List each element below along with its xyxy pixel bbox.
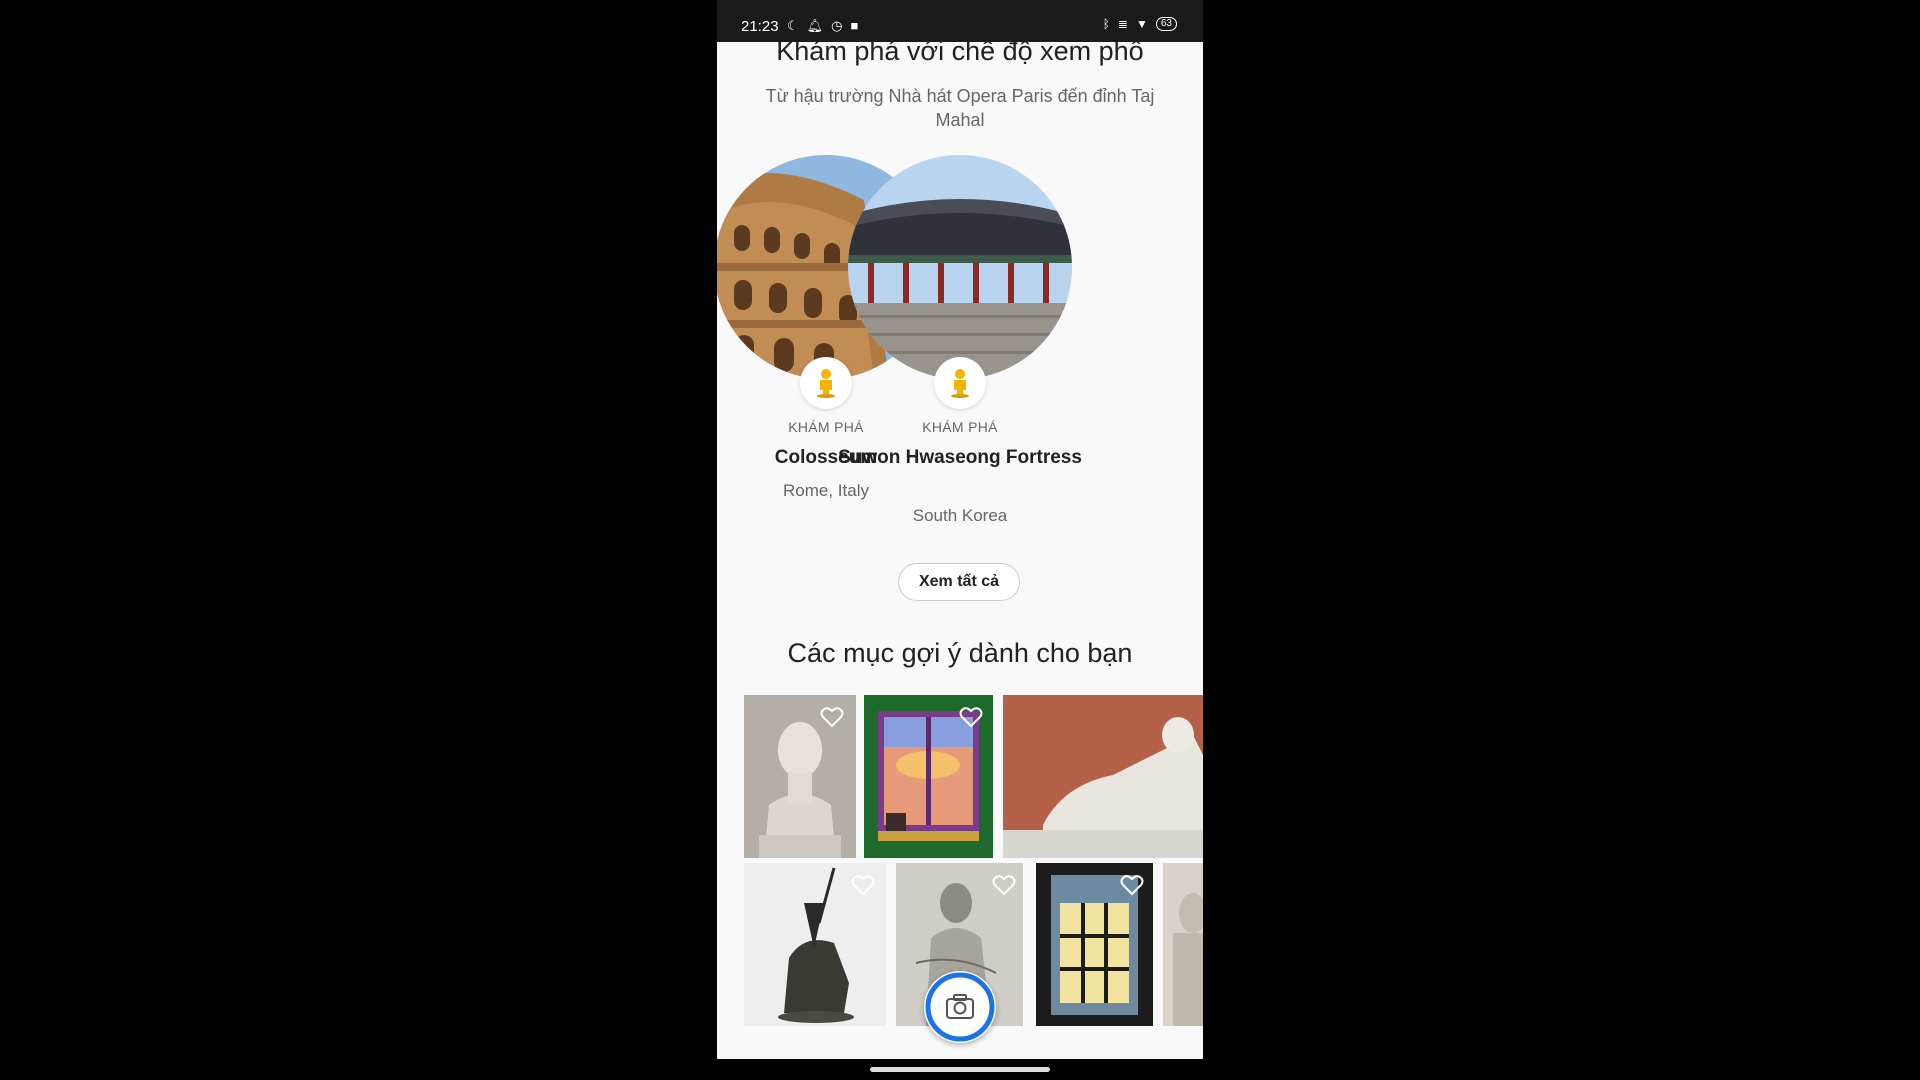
favorite-heart-icon[interactable] [992, 874, 1016, 896]
see-all-button[interactable]: Xem tất cả [898, 563, 1020, 601]
alarm-icon: ◷ [831, 18, 843, 33]
favorite-heart-icon[interactable] [1120, 874, 1144, 896]
favorite-heart-icon[interactable] [959, 706, 983, 728]
card-location: South Korea [912, 506, 1008, 525]
status-time: 21:23 [741, 18, 779, 35]
favorite-heart-icon[interactable] [820, 706, 844, 728]
bell-icon: 🔔︎ [806, 18, 824, 33]
phone-frame: 21:23 ☾ 🔔︎ ◷ ■ ᛒ ≣ ▼ 63 Khám phá với chế… [717, 0, 1203, 1080]
street-view-subtitle: Từ hậu trường Nhà hát Opera Paris đến đỉ… [765, 86, 1155, 130]
street-view-title: Khám phá với chế độ xem phố [776, 42, 1144, 66]
street-view-badge-icon [934, 357, 986, 409]
bluetooth-icon: ᛒ [1102, 17, 1110, 31]
wifi-icon: ▼ [1135, 17, 1148, 31]
camera-lens-button[interactable] [924, 971, 996, 1043]
moon-icon: ☾ [787, 18, 799, 33]
video-icon: ■ [850, 18, 859, 33]
status-left-icons: ☾ 🔔︎ ◷ ■ [787, 18, 858, 34]
street-view-card-suwon[interactable]: KHÁM PHÁ Suwon Hwaseong Fortress South K… [830, 155, 1090, 525]
card-kicker: KHÁM PHÁ [922, 419, 998, 435]
artwork-tile-partial[interactable] [1163, 863, 1203, 1026]
signal-icon: ≣ [1117, 17, 1128, 31]
suwon-fortress-image [848, 155, 1072, 379]
battery-icon: 63 [1155, 17, 1177, 31]
status-bar: 21:23 ☾ 🔔︎ ◷ ■ ᛒ ≣ ▼ 63 [717, 0, 1203, 42]
home-indicator[interactable] [870, 1067, 1050, 1072]
favorite-heart-icon[interactable] [851, 874, 875, 896]
home-screen[interactable]: Khám phá với chế độ xem phố Từ hậu trườn… [717, 42, 1203, 1059]
artwork-tile-reclining-statue[interactable] [1003, 695, 1203, 858]
card-title: Suwon Hwaseong Fortress [838, 447, 1082, 468]
status-right-icons: ᛒ ≣ ▼ 63 [1103, 17, 1177, 31]
recommendations-title: Các mục gợi ý dành cho bạn [787, 638, 1133, 668]
